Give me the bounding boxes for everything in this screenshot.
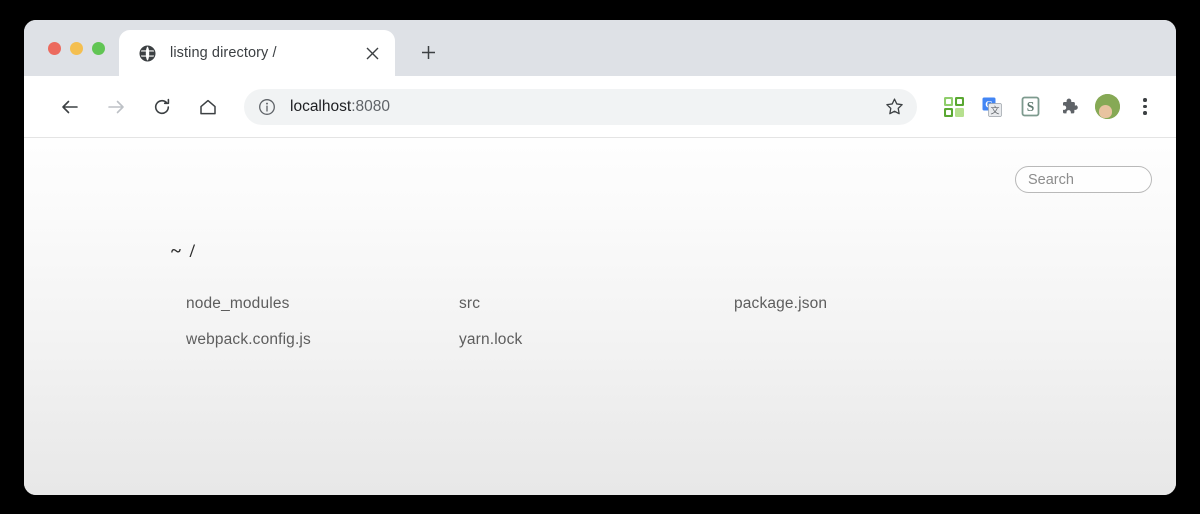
plus-icon	[421, 45, 435, 59]
file-entry-link[interactable]: webpack.config.js	[186, 332, 311, 348]
qr-grid-extension-icon[interactable]	[941, 94, 967, 120]
three-dot-menu-icon[interactable]	[1132, 94, 1158, 120]
menu-dot	[1143, 104, 1147, 109]
arrow-left-icon	[62, 100, 78, 113]
browser-tab[interactable]: listing directory /	[119, 30, 395, 76]
tab-title: listing directory /	[170, 45, 277, 61]
avatar-face	[1098, 105, 1112, 118]
file-listing: node_modules src package.json webpack.co…	[186, 296, 1146, 348]
arrow-right-icon	[108, 100, 124, 113]
url-host: localhost	[290, 97, 352, 115]
window-traffic-lights	[24, 20, 119, 76]
home-button[interactable]	[190, 89, 226, 125]
svg-text:S: S	[1026, 99, 1034, 114]
url-port: :8080	[351, 97, 390, 115]
close-icon	[366, 47, 378, 59]
window-maximize-button[interactable]	[92, 41, 105, 55]
stylus-extension-icon[interactable]: S	[1017, 94, 1043, 120]
profile-avatar[interactable]	[1095, 94, 1120, 119]
puzzle-piece-icon	[1062, 98, 1078, 114]
menu-dot	[1143, 111, 1147, 115]
search-input[interactable]	[1015, 166, 1152, 193]
file-entry-link[interactable]: package.json	[734, 296, 827, 312]
menu-dot	[1143, 98, 1147, 102]
url-text: localhost:8080	[290, 98, 881, 116]
puzzle-extensions-icon[interactable]	[1055, 94, 1081, 120]
file-entry-link[interactable]: yarn.lock	[459, 332, 522, 348]
google-translate-extension-icon[interactable]: G 文	[979, 94, 1005, 120]
forward-button[interactable]	[98, 89, 134, 125]
address-bar[interactable]: localhost:8080	[244, 88, 917, 125]
directory-path-header: ~ /	[171, 241, 197, 262]
tab-close-button[interactable]	[359, 40, 385, 66]
globe-icon	[139, 44, 156, 62]
browser-toolbar: localhost:8080 G	[24, 76, 1176, 138]
star-outline-icon	[885, 98, 903, 115]
search-row	[1015, 166, 1152, 193]
qr-grid-icon	[944, 96, 964, 117]
new-tab-button[interactable]	[413, 37, 443, 67]
tab-strip: listing directory /	[24, 20, 1176, 76]
bookmark-button[interactable]	[881, 94, 907, 120]
info-circle-icon[interactable]	[258, 98, 276, 116]
file-entry-link[interactable]: node_modules	[186, 296, 290, 312]
file-entry-link[interactable]: src	[459, 296, 480, 312]
home-icon	[200, 99, 216, 114]
window-minimize-button[interactable]	[70, 41, 83, 55]
back-button[interactable]	[52, 89, 88, 125]
reload-button[interactable]	[144, 89, 180, 125]
reload-icon	[154, 98, 170, 114]
translate-icon: G 文	[982, 97, 1002, 117]
stylus-s-icon: S	[1021, 96, 1039, 117]
window-close-button[interactable]	[48, 41, 61, 55]
svg-text:文: 文	[990, 104, 999, 115]
browser-window: listing directory / localhost:8080 文 S S…	[24, 20, 1176, 495]
page-viewport: ~ / node_modules src package.json webpac…	[24, 138, 1176, 495]
